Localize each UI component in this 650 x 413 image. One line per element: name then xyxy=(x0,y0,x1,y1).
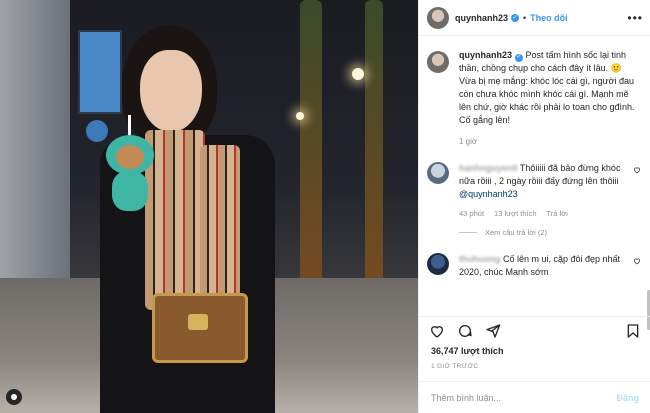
commenter-avatar[interactable] xyxy=(427,253,449,275)
comments-scroll[interactable]: quynhanh23 ✓ Post tấm hình sốc lại tinh t… xyxy=(419,37,650,307)
tagged-user-icon[interactable] xyxy=(6,389,22,405)
caption-username[interactable]: quynhanh23 xyxy=(459,50,512,60)
comment-input[interactable]: Thêm bình luận... xyxy=(431,393,501,403)
like-count[interactable]: 36,747 lượt thích xyxy=(431,346,503,356)
verified-icon: ✓ xyxy=(515,53,524,62)
heart-icon[interactable] xyxy=(429,323,445,339)
tree xyxy=(365,0,383,300)
handbag xyxy=(152,293,248,363)
caption-time: 1 giờ xyxy=(459,137,478,146)
comment-time: 43 phút xyxy=(459,209,485,218)
heart-icon[interactable] xyxy=(633,257,641,265)
comment-meta: 43 phút 13 lượt thích Trả lời xyxy=(459,209,650,218)
commenter-username[interactable]: hanhnguyen0 xyxy=(459,163,518,173)
bear-cup xyxy=(100,115,160,215)
separator-dot: • xyxy=(523,12,527,23)
post-comment-button[interactable]: Đăng xyxy=(617,393,640,403)
comment-likes[interactable]: 13 lượt thích xyxy=(494,209,536,218)
comment-item: hanhnguyen0 Thôiiiii đã bảo đừng khóc nữ… xyxy=(419,146,650,201)
commenter-username[interactable]: thuhuong xyxy=(459,254,500,264)
post-photo[interactable] xyxy=(0,0,418,413)
tree xyxy=(300,0,322,300)
commenter-avatar[interactable] xyxy=(427,162,449,184)
instagram-post-modal: quynhanh23 ✓ • Theo dõi ••• quynhanh23 ✓ … xyxy=(0,0,650,413)
verified-icon: ✓ xyxy=(511,13,520,22)
follow-button[interactable]: Theo dõi xyxy=(530,13,568,23)
heart-icon[interactable] xyxy=(633,166,641,174)
comment-mention[interactable]: @quynhanh23 xyxy=(459,189,518,199)
face xyxy=(140,50,202,132)
view-replies-button[interactable]: Xem câu trả lời (2) xyxy=(459,228,650,237)
author-avatar[interactable] xyxy=(427,6,449,29)
building xyxy=(0,0,70,300)
post-panel: quynhanh23 ✓ • Theo dõi ••• quynhanh23 ✓ … xyxy=(418,0,650,413)
view-replies-label: Xem câu trả lời (2) xyxy=(485,228,548,237)
comment-item: thuhuong Cố lên m ui, cặp đôi đẹp nhất 2… xyxy=(419,237,650,279)
caption-avatar[interactable] xyxy=(427,51,449,73)
add-comment-bar: Thêm bình luận... Đăng xyxy=(419,381,650,413)
caption: quynhanh23 ✓ Post tấm hình sốc lại tinh t… xyxy=(419,37,650,127)
author-username[interactable]: quynhanh23 xyxy=(455,13,508,23)
post-header: quynhanh23 ✓ • Theo dõi ••• xyxy=(419,0,650,36)
comment-icon[interactable] xyxy=(457,323,473,339)
reply-button[interactable]: Trả lời xyxy=(547,209,568,218)
more-icon[interactable]: ••• xyxy=(627,11,643,25)
bookmark-icon[interactable] xyxy=(625,323,641,339)
caption-text: Post tấm hình sốc lại tinh thần, chồng c… xyxy=(459,50,635,125)
woman-figure xyxy=(90,25,300,413)
action-bar xyxy=(419,316,650,344)
street-lamp xyxy=(352,68,364,80)
post-time: 1 GIỜ TRƯỚC xyxy=(431,363,479,370)
share-icon[interactable] xyxy=(485,323,501,339)
